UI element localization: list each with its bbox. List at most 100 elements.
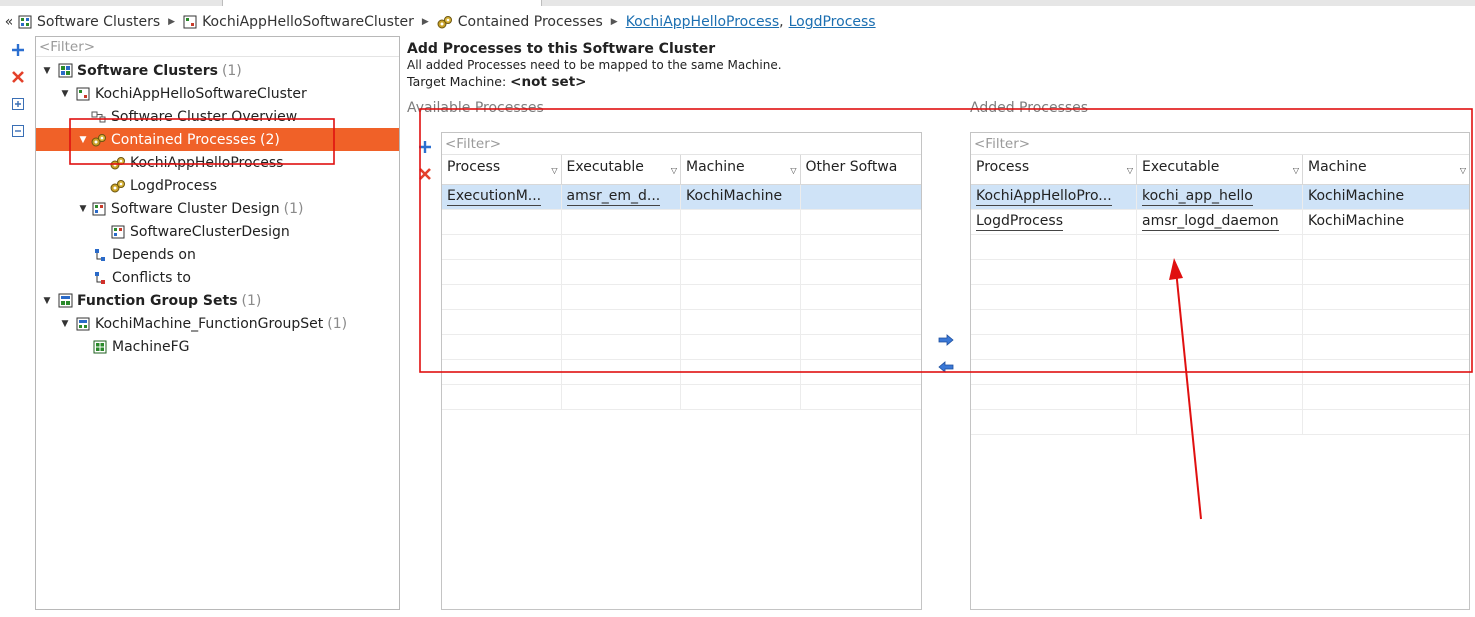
expanded-arrow-icon[interactable]: ▼ [59, 319, 71, 329]
tree-item-label: KochiAppHelloSoftwareCluster [95, 85, 307, 102]
column-header-other-software[interactable]: Other Softwa [801, 155, 922, 185]
tree-item-label: KochiMachine_FunctionGroupSet [95, 315, 324, 332]
column-header-process[interactable]: Process ▽ [971, 155, 1137, 185]
empty-row [971, 410, 1469, 435]
add-button[interactable] [9, 40, 27, 59]
breadcrumb: « Software Clusters ▶ KochiAppHelloSoftw… [0, 8, 1475, 36]
tree-item-logd-process[interactable]: LogdProcess [36, 174, 399, 197]
column-header-executable[interactable]: Executable ▽ [562, 155, 681, 185]
breadcrumb-link-kochi-app-hello-process[interactable]: KochiAppHelloProcess [626, 14, 779, 30]
tree-item-kochi-app-hello-software-cluster[interactable]: ▼ KochiAppHelloSoftwareCluster [36, 82, 399, 105]
filter-funnel-icon[interactable]: ▽ [1127, 159, 1133, 183]
expanded-arrow-icon[interactable]: ▼ [41, 296, 53, 306]
breadcrumb-item-contained-processes[interactable]: Contained Processes [437, 14, 603, 30]
breadcrumb-back-button[interactable]: « [0, 14, 18, 30]
tree-item-software-cluster-design[interactable]: ▼ Software Cluster Design (1) [36, 197, 399, 220]
cell-executable[interactable]: kochi_app_hello [1137, 185, 1303, 210]
tree-item-label: KochiAppHelloProcess [130, 154, 284, 171]
page-title: Add Processes to this Software Cluster [407, 41, 716, 57]
column-header-label: Process [976, 159, 1030, 175]
table-row[interactable]: LogdProcess amsr_logd_daemon KochiMachin… [971, 210, 1469, 235]
column-header-machine[interactable]: Machine ▽ [1303, 155, 1469, 185]
tree-item-count: (1) [241, 292, 262, 309]
depends-on-icon [92, 247, 108, 263]
column-header-executable[interactable]: Executable ▽ [1137, 155, 1303, 185]
filter-funnel-icon[interactable]: ▽ [1460, 159, 1466, 183]
added-filter-input[interactable]: <Filter> [971, 133, 1469, 155]
available-processes-table: <Filter> Process ▽ Executable ▽ Machine ▽ O… [441, 132, 922, 610]
tree-item-kochi-machine-function-group-set[interactable]: ▼ KochiMachine_FunctionGroupSet (1) [36, 312, 399, 335]
cell-other-software[interactable] [801, 185, 922, 210]
tree-item-software-cluster-overview[interactable]: Software Cluster Overview [36, 105, 399, 128]
function-group-set-icon [75, 316, 91, 332]
process-gears-icon [437, 16, 452, 29]
breadcrumb-label: KochiAppHelloSoftwareCluster [202, 14, 414, 30]
collapse-all-icon [12, 124, 24, 137]
move-to-added-button[interactable] [937, 331, 955, 349]
add-available-process-button[interactable] [416, 138, 434, 156]
software-cluster-icon [183, 15, 197, 29]
tree-item-software-clusters[interactable]: ▼ Software Clusters (1) [36, 59, 399, 82]
column-header-machine[interactable]: Machine ▽ [681, 155, 801, 185]
target-machine-value[interactable]: <not set> [510, 74, 586, 90]
expanded-arrow-icon[interactable]: ▼ [77, 135, 89, 145]
expanded-arrow-icon[interactable]: ▼ [59, 89, 71, 99]
empty-row [971, 285, 1469, 310]
remove-button[interactable] [9, 67, 27, 86]
cell-text: KochiMachine [1308, 213, 1405, 229]
breadcrumb-item-software-cluster[interactable]: KochiAppHelloSoftwareCluster [183, 14, 414, 30]
empty-row [442, 235, 921, 260]
tree-item-software-cluster-design-child[interactable]: SoftwareClusterDesign [36, 220, 399, 243]
plus-icon [12, 43, 24, 56]
cell-machine[interactable]: KochiMachine [1303, 210, 1469, 235]
available-filter-input[interactable]: <Filter> [442, 133, 921, 155]
tree-item-label: Software Cluster Design [111, 200, 280, 217]
expand-all-button[interactable] [9, 94, 27, 113]
filter-funnel-icon[interactable]: ▽ [790, 159, 796, 183]
delete-x-icon [12, 70, 24, 83]
column-header-label: Machine [686, 159, 745, 175]
page-subtitle: All added Processes need to be mapped to… [407, 58, 782, 72]
empty-row [442, 360, 921, 385]
cell-machine[interactable]: KochiMachine [681, 185, 801, 210]
overview-icon [91, 109, 107, 125]
cell-machine[interactable]: KochiMachine [1303, 185, 1469, 210]
active-editor-tab[interactable] [222, 0, 542, 6]
table-row[interactable]: KochiAppHelloPro... kochi_app_hello Koch… [971, 185, 1469, 210]
cell-executable[interactable]: amsr_em_d... [562, 185, 681, 210]
breadcrumb-link-logd-process[interactable]: LogdProcess [789, 14, 876, 30]
breadcrumb-link-separator: , [779, 14, 784, 30]
breadcrumb-separator-icon: ▶ [168, 17, 176, 27]
tree-item-function-group-sets[interactable]: ▼ Function Group Sets (1) [36, 289, 399, 312]
cell-executable[interactable]: amsr_logd_daemon [1137, 210, 1303, 235]
process-gears-icon [110, 178, 126, 194]
empty-row [971, 335, 1469, 360]
process-gears-icon [110, 155, 126, 171]
breadcrumb-label: Software Clusters [37, 14, 161, 30]
empty-row [442, 285, 921, 310]
cell-process[interactable]: KochiAppHelloPro... [971, 185, 1137, 210]
cell-process[interactable]: ExecutionM... [442, 185, 562, 210]
tree-item-kochi-app-hello-process[interactable]: KochiAppHelloProcess [36, 151, 399, 174]
filter-funnel-icon[interactable]: ▽ [671, 159, 677, 183]
tree-item-label: Contained Processes [111, 131, 257, 148]
table-row[interactable]: ExecutionM... amsr_em_d... KochiMachine [442, 185, 921, 210]
move-to-available-button[interactable] [937, 358, 955, 376]
navigation-tree: <Filter> ▼ Software Clusters (1) ▼ Kochi… [35, 36, 400, 610]
remove-available-process-button[interactable] [416, 165, 434, 183]
tree-item-contained-processes[interactable]: ▼ Contained Processes (2) [36, 128, 399, 151]
filter-funnel-icon[interactable]: ▽ [551, 159, 557, 183]
tree-item-machine-fg[interactable]: MachineFG [36, 335, 399, 358]
expanded-arrow-icon[interactable]: ▼ [77, 204, 89, 214]
expanded-arrow-icon[interactable]: ▼ [41, 66, 53, 76]
tree-item-conflicts-to[interactable]: Conflicts to [36, 266, 399, 289]
tree-item-depends-on[interactable]: Depends on [36, 243, 399, 266]
filter-funnel-icon[interactable]: ▽ [1293, 159, 1299, 183]
cell-process[interactable]: LogdProcess [971, 210, 1137, 235]
breadcrumb-item-software-clusters[interactable]: Software Clusters [18, 14, 160, 30]
column-header-process[interactable]: Process ▽ [442, 155, 562, 185]
tree-item-count: (1) [327, 315, 348, 332]
collapse-all-button[interactable] [9, 121, 27, 140]
tree-item-count: (2) [260, 131, 280, 148]
tree-filter-input[interactable]: <Filter> [36, 37, 399, 57]
